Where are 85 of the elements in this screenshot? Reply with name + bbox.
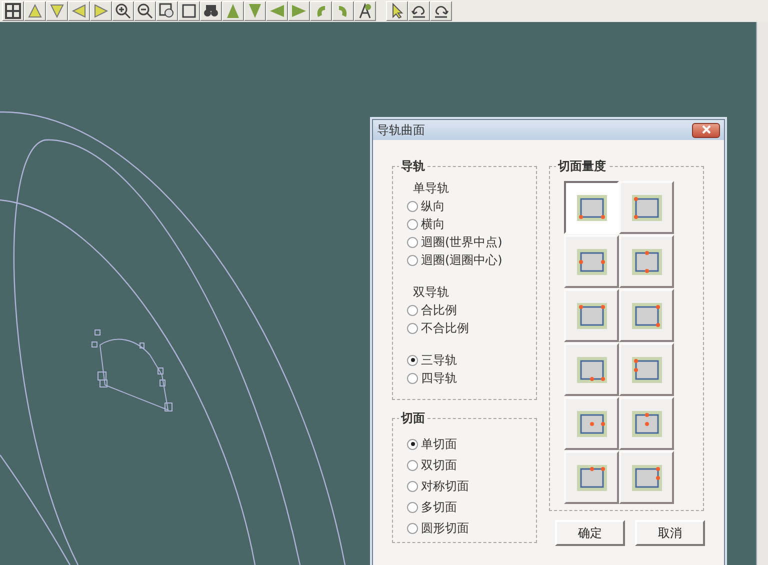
up-triangle-icon xyxy=(27,3,43,19)
option-label[interactable]: 三导轨 xyxy=(421,351,457,369)
up-triangle-button[interactable] xyxy=(24,1,46,21)
section-icon xyxy=(630,194,662,222)
down-triangle-icon xyxy=(49,3,65,19)
radio-button[interactable] xyxy=(407,354,418,366)
radio-button[interactable] xyxy=(407,480,418,492)
option-label[interactable]: 合比例 xyxy=(421,301,457,319)
section-icon xyxy=(630,410,662,438)
square-icon xyxy=(181,3,197,19)
undo-icon xyxy=(411,3,427,19)
radio-button[interactable] xyxy=(407,254,418,266)
section-icon xyxy=(576,302,608,330)
section-tile[interactable] xyxy=(564,181,619,234)
undo-button[interactable] xyxy=(408,1,430,21)
zoom-window-button[interactable] xyxy=(156,1,178,21)
section-heading: 单导轨 xyxy=(412,180,450,197)
option-label[interactable]: 单切面 xyxy=(421,435,457,453)
zoom-out-button[interactable] xyxy=(134,1,156,21)
option-label[interactable]: 迴圈(迴圈中心) xyxy=(421,251,502,269)
figure-button[interactable] xyxy=(354,1,376,21)
drawing-canvas[interactable]: 导轨曲面 导轨 单导轨 纵向 横向 迴圈(世界中点) 迴圈(迴圈中心) 双导轨 合比例 不合比例 三导轨 四导轨 切面 单切面 双切面 对称切面 多切面 圆形切面 切面量度 确定 取消 xyxy=(0,22,757,565)
section-icon xyxy=(576,464,608,492)
zoom-in-icon xyxy=(115,3,131,19)
section-icon xyxy=(576,410,608,438)
option-label[interactable]: 不合比例 xyxy=(421,319,469,337)
radio-button[interactable] xyxy=(407,322,418,334)
section-icon xyxy=(576,248,608,276)
down-triangle-button[interactable] xyxy=(46,1,68,21)
left-arrow-button[interactable] xyxy=(266,1,288,21)
radio-button[interactable] xyxy=(407,372,418,384)
down-arrow-button[interactable] xyxy=(244,1,266,21)
zoom-out-icon xyxy=(137,3,153,19)
section-heading: 双导轨 xyxy=(412,284,450,301)
pointer-button[interactable] xyxy=(386,1,408,21)
left-triangle-icon xyxy=(71,3,87,19)
group-title: 切面 xyxy=(399,410,427,426)
ok-button[interactable]: 确定 xyxy=(555,520,625,546)
option-label[interactable]: 迴圈(世界中点) xyxy=(421,233,502,251)
square-button[interactable] xyxy=(178,1,200,21)
left-triangle-button[interactable] xyxy=(68,1,90,21)
up-arrow-icon xyxy=(225,3,241,19)
right-triangle-button[interactable] xyxy=(90,1,112,21)
option-label[interactable]: 纵向 xyxy=(421,197,445,215)
radio-button[interactable] xyxy=(407,438,418,450)
right-arrow-button[interactable] xyxy=(288,1,310,21)
group-title: 导轨 xyxy=(399,158,427,174)
right-arrow-icon xyxy=(291,3,307,19)
radio-button[interactable] xyxy=(407,236,418,248)
section-icon xyxy=(630,356,662,384)
binoculars-icon xyxy=(203,3,219,19)
zoom-in-button[interactable] xyxy=(112,1,134,21)
close-button[interactable] xyxy=(692,122,720,138)
zoom-window-icon xyxy=(159,3,175,19)
dialog-title: 导轨曲面 xyxy=(377,122,425,139)
radio-button[interactable] xyxy=(407,218,418,230)
group-title: 切面量度 xyxy=(556,158,608,174)
redo-button[interactable] xyxy=(430,1,452,21)
radio-button[interactable] xyxy=(407,502,418,512)
section-icon xyxy=(576,194,608,222)
binoculars-button[interactable] xyxy=(200,1,222,21)
grid-button[interactable] xyxy=(2,1,24,21)
radio-button[interactable] xyxy=(407,460,418,470)
right-triangle-icon xyxy=(93,3,109,19)
grid-icon xyxy=(5,3,21,19)
section-icon xyxy=(630,248,662,276)
down-arrow-icon xyxy=(247,3,263,19)
radio-button[interactable] xyxy=(407,200,418,212)
left-arrow-icon xyxy=(269,3,285,19)
section-icon xyxy=(630,464,662,492)
option-label[interactable]: 多切面 xyxy=(421,498,457,516)
radio-button[interactable] xyxy=(407,304,418,316)
option-label[interactable]: 四导轨 xyxy=(421,369,457,387)
redo-icon xyxy=(433,3,449,19)
figure-icon xyxy=(357,3,373,19)
option-label[interactable]: 对称切面 xyxy=(421,477,469,495)
section-icon xyxy=(576,356,608,384)
radio-button[interactable] xyxy=(407,522,418,534)
rotate-left-button[interactable] xyxy=(310,1,332,21)
option-label[interactable]: 双切面 xyxy=(421,456,457,474)
cancel-button[interactable]: 取消 xyxy=(635,520,705,546)
option-label[interactable]: 圆形切面 xyxy=(421,519,469,537)
close-icon xyxy=(702,125,710,134)
option-label[interactable]: 横向 xyxy=(421,215,445,233)
section-icon xyxy=(630,302,662,330)
